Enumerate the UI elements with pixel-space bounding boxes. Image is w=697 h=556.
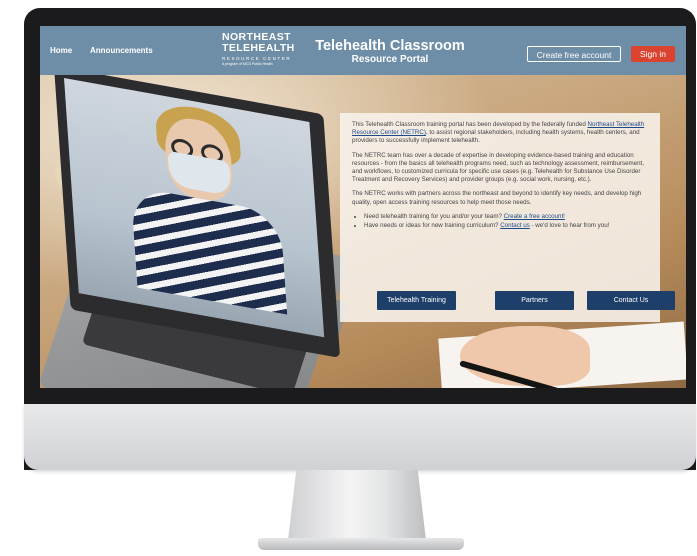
portal-title-main: Telehealth Classroom [315, 38, 465, 54]
contact-us-link[interactable]: Contact us [500, 222, 530, 229]
create-free-account-link[interactable]: Create a free account! [504, 213, 565, 220]
logo-text-resource-center: RESOURCE CENTER [222, 56, 292, 61]
logo-text-telehealth: TELEHEALTH [222, 42, 295, 54]
telehealth-training-button[interactable]: Telehealth Training [377, 291, 456, 310]
nav-home-link[interactable]: Home [50, 46, 72, 55]
bullet-text: Need telehealth training for you and/or … [364, 212, 504, 220]
monitor-chin [24, 404, 696, 470]
intro-panel: This Telehealth Classroom training porta… [340, 113, 675, 322]
intro-text: This Telehealth Classroom training porta… [352, 121, 586, 128]
video-call-person-shirt [130, 186, 288, 315]
partners-button[interactable]: Partners [495, 291, 574, 310]
background-hand [460, 326, 590, 386]
create-account-button[interactable]: Create free account [527, 46, 621, 62]
monitor-stand [288, 470, 426, 540]
list-item: Have needs or ideas for new training cur… [364, 222, 650, 230]
site-header: Home Announcements NORTHEAST TELEHEALTH … [40, 26, 686, 75]
netrc-logo[interactable]: NORTHEAST TELEHEALTH RESOURCE CENTER A p… [222, 32, 310, 72]
bullet-text: - we'd love to hear from you! [529, 222, 610, 230]
logo-text-program: A program of MCD Public Health [222, 62, 273, 66]
intro-paragraph-1: This Telehealth Classroom training porta… [352, 121, 650, 146]
monitor-base [258, 538, 464, 550]
contact-us-button[interactable]: Contact Us [587, 291, 675, 310]
website-screen: Home Announcements NORTHEAST TELEHEALTH … [40, 26, 686, 388]
sign-in-button[interactable]: Sign in [631, 46, 675, 62]
portal-title: Telehealth Classroom Resource Portal [308, 39, 472, 66]
intro-paragraph-2: The NETRC team has over a decade of expe… [352, 151, 644, 184]
bullet-text: Have needs or ideas for new training cur… [364, 222, 501, 230]
portal-title-sub: Resource Portal [351, 54, 429, 65]
nav-announcements-link[interactable]: Announcements [90, 46, 153, 55]
intro-bullet-list: Need telehealth training for you and/or … [352, 213, 650, 230]
intro-paragraph-3: The NETRC works with partners across the… [352, 190, 642, 206]
list-item: Need telehealth training for you and/or … [364, 213, 650, 221]
